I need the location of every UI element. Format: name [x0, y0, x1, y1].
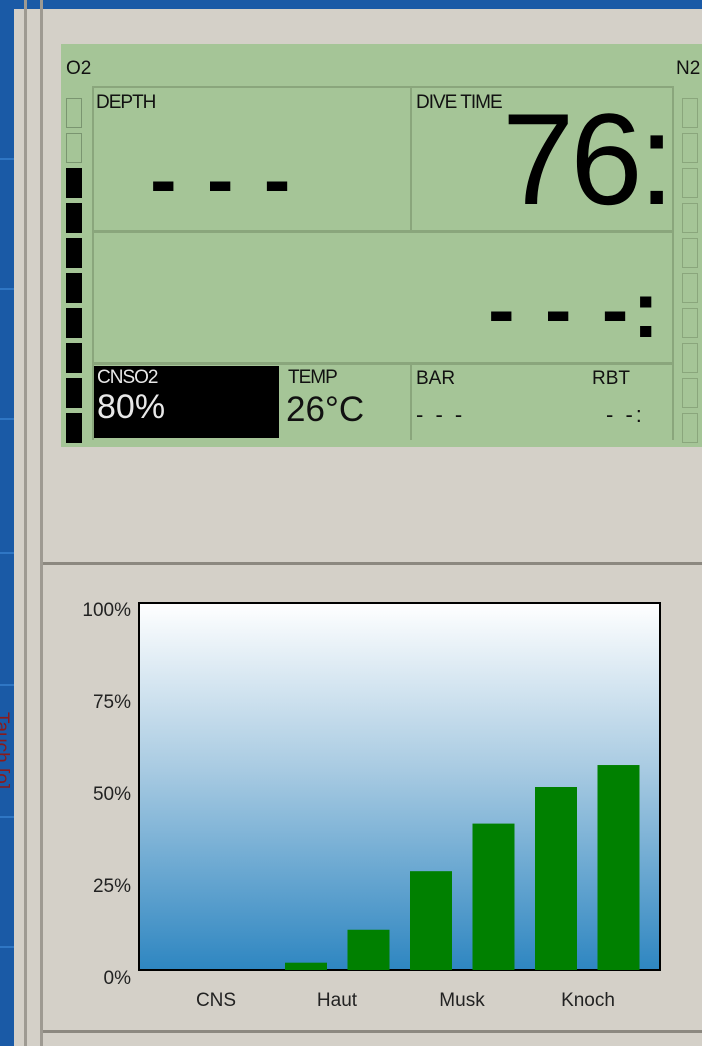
dive-time-value: 76:: [502, 86, 675, 232]
x-tick-label: CNS: [195, 990, 237, 1011]
x-tick-label: Haut: [316, 990, 358, 1011]
panel-separator: [43, 1030, 702, 1033]
chart-plot-area: [138, 602, 661, 971]
y-tick-label: 25%: [92, 876, 131, 897]
temp-value: 26°C: [286, 390, 365, 429]
chart-bar: [535, 787, 577, 970]
n2-label: N2: [676, 58, 701, 79]
y-tick-label: 50%: [92, 784, 131, 805]
n2-segment: [682, 203, 698, 233]
panel-border: [40, 0, 43, 1046]
side-tab-label[interactable]: Tauch [o]: [0, 712, 12, 789]
n2-segment: [682, 413, 698, 443]
window-top-edge: [14, 0, 702, 9]
rbt-label: RBT: [592, 368, 630, 389]
y-tick-label: 75%: [92, 692, 131, 713]
cnso2-label: CNSO2: [97, 367, 158, 388]
n2-segment: [682, 273, 698, 303]
chart-bar: [285, 962, 327, 970]
lcd-grid-line: [672, 86, 674, 440]
o2-segment: [66, 378, 82, 408]
o2-segment: [66, 98, 82, 128]
rbt-value: - -:: [606, 402, 645, 427]
o2-label: O2: [66, 58, 92, 79]
o2-segment: [66, 168, 82, 198]
lcd-grid-line: [92, 362, 672, 365]
window-border: [24, 0, 27, 1046]
n2-segment: [682, 238, 698, 268]
o2-segment: [66, 308, 82, 338]
o2-segment: [66, 203, 82, 233]
bar-label: BAR: [416, 368, 456, 389]
n2-segment: [682, 168, 698, 198]
y-tick-label: 100%: [82, 600, 131, 621]
o2-segment: [66, 133, 82, 163]
o2-segment: [66, 273, 82, 303]
lcd-grid-line: [410, 86, 412, 232]
chart-bar: [472, 823, 515, 970]
bar-value: - - -: [416, 402, 466, 427]
o2-segment: [66, 413, 82, 443]
saturation-chart: [138, 602, 661, 971]
n2-segment: [682, 98, 698, 128]
y-tick-label: 0%: [103, 968, 131, 989]
x-tick-label: Musk: [439, 990, 485, 1011]
n2-segment: [682, 308, 698, 338]
lcd-grid-line: [410, 362, 412, 440]
cnso2-value: 80%: [97, 388, 166, 426]
chart-bar: [597, 765, 640, 970]
chart-bar: [410, 871, 452, 970]
deco-value: - - -:: [488, 265, 664, 354]
o2-segment: [66, 343, 82, 373]
n2-segment: [682, 378, 698, 408]
temp-label: TEMP: [288, 367, 338, 388]
depth-value: - - -: [150, 135, 295, 224]
chart-bar: [347, 929, 390, 970]
dive-time-label: DIVE TIME: [416, 92, 503, 113]
n2-segment: [682, 343, 698, 373]
n2-segment: [682, 133, 698, 163]
depth-label: DEPTH: [96, 92, 156, 113]
x-tick-label: Knoch: [561, 990, 615, 1011]
o2-segment: [66, 238, 82, 268]
panel-separator: [43, 562, 702, 565]
